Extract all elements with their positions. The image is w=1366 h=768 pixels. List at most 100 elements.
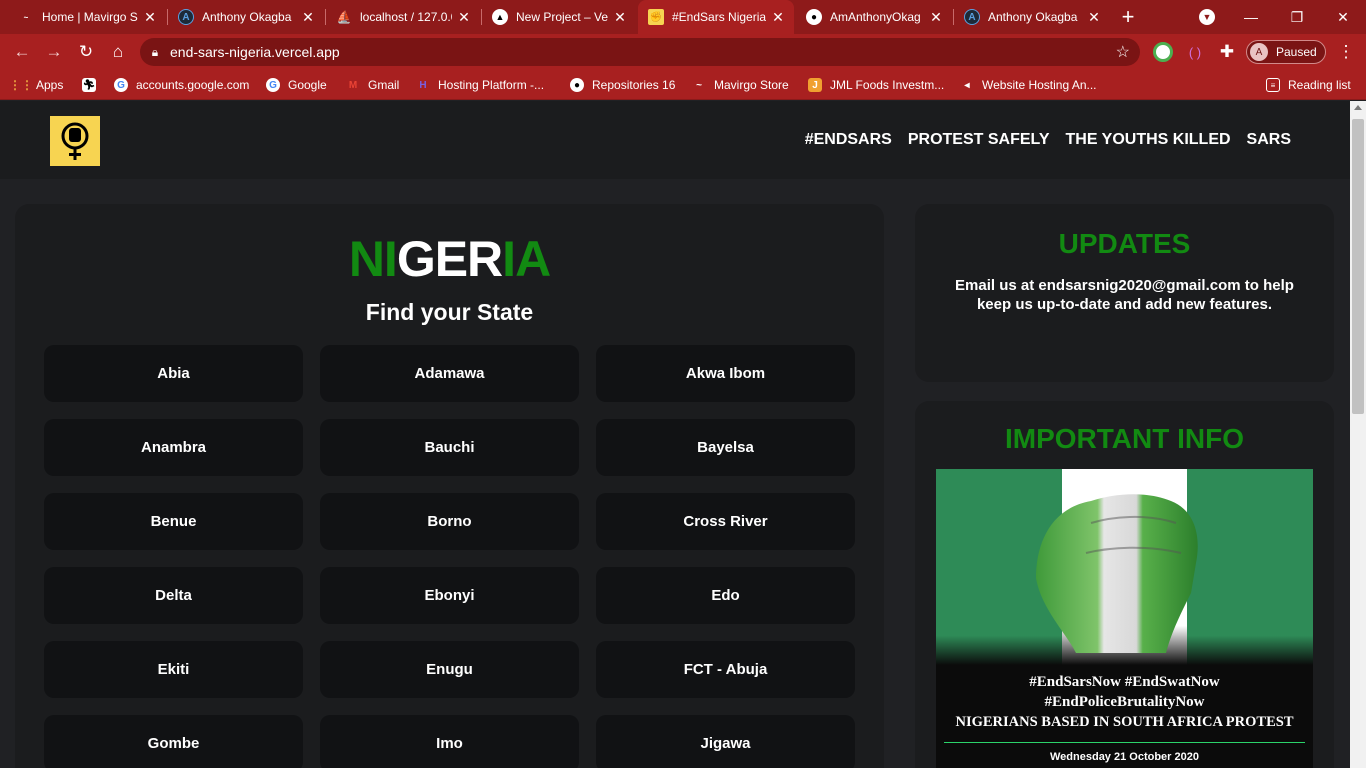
state-button[interactable]: Bauchi <box>320 419 579 476</box>
state-button[interactable]: Benue <box>44 493 303 550</box>
close-icon[interactable]: ✕ <box>1086 9 1102 26</box>
bookmark-star-icon[interactable]: ☆ <box>1116 42 1130 62</box>
github-icon: ● <box>806 9 822 25</box>
tab-title: localhost / 127.0.0 <box>360 10 452 24</box>
bookmark-jml-foods[interactable]: J JML Foods Investm... <box>808 76 944 94</box>
main-nav: #ENDSARS PROTEST SAFELY THE YOUTHS KILLE… <box>805 131 1291 149</box>
state-button[interactable]: Anambra <box>44 419 303 476</box>
state-button[interactable]: Cross River <box>596 493 855 550</box>
home-icon[interactable]: ⌂ <box>106 40 130 64</box>
state-button[interactable]: Ebonyi <box>320 567 579 624</box>
bookmark-runner[interactable]: 🏃︎ <box>82 76 104 94</box>
nav-sars[interactable]: SARS <box>1247 131 1291 149</box>
nav-protest-safely[interactable]: PROTEST SAFELY <box>908 131 1050 149</box>
state-button[interactable]: Abia <box>44 345 303 402</box>
menu-kebab-icon[interactable]: ⋮ <box>1334 40 1358 64</box>
gmail-icon: M <box>348 79 358 91</box>
state-button[interactable]: Enugu <box>320 641 579 698</box>
site-logo[interactable] <box>50 116 100 166</box>
bookmark-google[interactable]: G Google <box>266 76 327 94</box>
state-button[interactable]: Gombe <box>44 715 303 768</box>
tab-mavirgo-home[interactable]: ~ Home | Mavirgo S ✕ <box>8 0 166 34</box>
close-icon[interactable]: ✕ <box>456 9 472 26</box>
updates-text: Email us at endsarsnig2020@gmail.com to … <box>915 276 1334 314</box>
google-icon: G <box>114 78 128 92</box>
state-button[interactable]: Bayelsa <box>596 419 855 476</box>
bookmark-label: Repositories 16 <box>592 78 676 92</box>
tab-anthony-okagba-1[interactable]: A Anthony Okagba ✕ <box>168 0 324 34</box>
bookmark-repositories[interactable]: ● Repositories 16 <box>570 76 675 94</box>
nav-youths-killed[interactable]: THE YOUTHS KILLED <box>1066 131 1231 149</box>
restore-button[interactable]: ❐ <box>1274 0 1320 34</box>
mavirgo-icon: ~ <box>696 79 702 91</box>
extension-globe-icon[interactable] <box>1151 40 1175 64</box>
close-icon[interactable]: ✕ <box>928 9 944 26</box>
tab-localhost[interactable]: ⛵ localhost / 127.0.0 ✕ <box>326 0 480 34</box>
reading-list-label: Reading list <box>1288 78 1351 92</box>
extension-brackets-icon[interactable]: ( ) <box>1183 40 1207 64</box>
reading-list-icon: ≡ <box>1266 78 1280 92</box>
circle-a-icon: A <box>964 9 980 25</box>
extensions-puzzle-icon[interactable]: ✚ <box>1215 40 1239 64</box>
minimize-button[interactable]: — <box>1228 0 1274 34</box>
bookmark-website-hosting[interactable]: ◂ Website Hosting An... <box>960 76 1096 94</box>
bookmark-apps[interactable]: ⋮⋮ Apps <box>9 76 63 94</box>
close-icon[interactable]: ✕ <box>612 9 628 26</box>
state-button[interactable]: FCT - Abuja <box>596 641 855 698</box>
profile-button[interactable]: A Paused <box>1246 40 1326 64</box>
scrollbar-thumb[interactable] <box>1352 119 1364 414</box>
new-tab-button[interactable]: + <box>1106 0 1150 34</box>
close-window-button[interactable]: ✕ <box>1320 0 1366 34</box>
updates-title: UPDATES <box>1058 228 1191 259</box>
close-icon[interactable]: ✕ <box>142 9 158 26</box>
protest-poster-image: #EndSarsNow #EndSwatNow #EndPoliceBrutal… <box>936 469 1313 768</box>
tab-endsars-nigeria[interactable]: ✊ #EndSars Nigeria ✕ <box>638 0 794 34</box>
state-button[interactable]: Adamawa <box>320 345 579 402</box>
state-button[interactable]: Edo <box>596 567 855 624</box>
google-icon: G <box>266 78 280 92</box>
lock-icon: 🔒︎ <box>151 44 159 59</box>
tab-search-icon[interactable]: ▼ <box>1184 0 1230 34</box>
bookmark-mavirgo-store[interactable]: ~ Mavirgo Store <box>692 76 789 94</box>
title-part: GER <box>396 231 503 287</box>
page-scrollbar[interactable] <box>1350 101 1366 768</box>
state-button[interactable]: Ekiti <box>44 641 303 698</box>
state-button[interactable]: Imo <box>320 715 579 768</box>
bookmark-label: Hosting Platform -... <box>438 78 545 92</box>
reading-list[interactable]: ≡ Reading list <box>1266 76 1351 94</box>
state-button[interactable]: Akwa Ibom <box>596 345 855 402</box>
browser-toolbar: ← → ↻ ⌂ 🔒︎ end-sars-nigeria.vercel.app ☆… <box>0 34 1366 70</box>
states-panel: NIGERIA Find your State Abia Adamawa Akw… <box>15 204 884 768</box>
state-button[interactable]: Jigawa <box>596 715 855 768</box>
url-text: end-sars-nigeria.vercel.app <box>170 44 340 60</box>
find-state-heading: Find your State <box>365 299 534 325</box>
scroll-up-arrow-icon[interactable] <box>1354 105 1362 110</box>
close-icon[interactable]: ✕ <box>770 9 786 26</box>
page-content: #ENDSARS PROTEST SAFELY THE YOUTHS KILLE… <box>0 101 1366 768</box>
state-grid: Abia Adamawa Akwa Ibom Anambra Bauchi Ba… <box>44 345 855 768</box>
tab-github-profile[interactable]: ● AmAnthonyOkag ✕ <box>796 0 952 34</box>
tab-title: Anthony Okagba <box>988 10 1078 24</box>
close-icon[interactable]: ✕ <box>300 9 316 26</box>
bookmark-gmail[interactable]: M Gmail <box>346 76 400 94</box>
state-button[interactable]: Delta <box>44 567 303 624</box>
updates-card: UPDATES Email us at endsarsnig2020@gmail… <box>915 204 1334 382</box>
site-header: #ENDSARS PROTEST SAFELY THE YOUTHS KILLE… <box>0 101 1350 179</box>
tab-vercel-new-project[interactable]: ▲ New Project – Ver ✕ <box>482 0 636 34</box>
fist-icon: ✊ <box>648 9 664 25</box>
bookmark-accounts-google[interactable]: G accounts.google.com <box>114 76 249 94</box>
bookmark-hosting-platform[interactable]: H Hosting Platform -... <box>416 76 544 94</box>
vercel-triangle-icon: ▲ <box>492 9 508 25</box>
reload-icon[interactable]: ↻ <box>74 40 98 64</box>
address-bar[interactable]: 🔒︎ end-sars-nigeria.vercel.app ☆ <box>140 38 1140 66</box>
forward-arrow-icon[interactable]: → <box>42 40 66 64</box>
title-part: IA <box>502 231 551 287</box>
tab-anthony-okagba-2[interactable]: A Anthony Okagba ✕ <box>954 0 1110 34</box>
contact-email[interactable]: endsarsnig2020@gmail.com <box>1038 277 1240 294</box>
nav-endsars[interactable]: #ENDSARS <box>805 131 892 149</box>
hosting-icon: H <box>419 79 427 91</box>
fist-female-symbol-icon <box>61 122 89 160</box>
phpmyadmin-icon: ⛵ <box>336 10 352 24</box>
back-arrow-icon[interactable]: ← <box>10 40 34 64</box>
state-button[interactable]: Borno <box>320 493 579 550</box>
